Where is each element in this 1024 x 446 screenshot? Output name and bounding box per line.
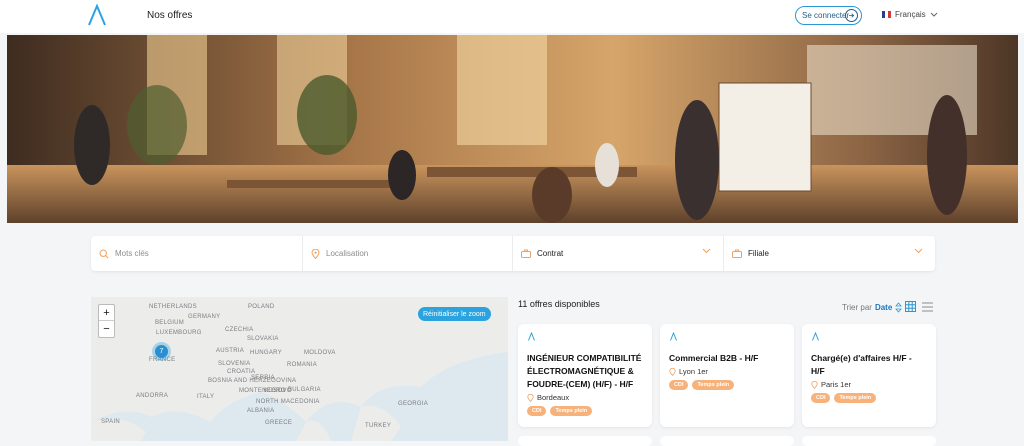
time-badge: Temps plein [692, 380, 735, 390]
job-title[interactable]: Chargé(e) d'affaires H/F - H/F [811, 352, 927, 378]
country-label: POLAND [248, 304, 275, 310]
location-pin-icon [311, 248, 320, 259]
job-location-label: Lyon 1er [679, 367, 708, 376]
results-count: 11 offres disponibles [518, 299, 600, 309]
reset-zoom-button[interactable]: Réinitialiser le zoom [418, 307, 491, 321]
job-card[interactable]: INGÉNIEUR COMPATIBILITÉ ÉLECTROMAGNÉTIQU… [518, 324, 652, 427]
country-label: ALBANIA [247, 408, 275, 414]
french-flag-icon [882, 11, 891, 18]
country-label: ITALY [197, 394, 215, 400]
zoom-out-button[interactable]: − [99, 321, 114, 337]
jobs-map[interactable]: + − Réinitialiser le zoom NETHERLANDS PO… [91, 297, 508, 441]
job-card-partial[interactable] [518, 436, 652, 446]
sort-arrows-icon[interactable] [895, 302, 903, 313]
country-label: ROMANIA [287, 362, 318, 368]
country-label: LUXEMBOURG [156, 330, 202, 336]
time-badge: Temps plein [550, 406, 593, 416]
top-navigation-bar: Nos offres Se connecter Français [0, 0, 1024, 33]
brand-logo-icon [812, 331, 819, 341]
country-label: BOSNIA AND HERZEGOVINA [208, 378, 297, 384]
job-card[interactable]: Commercial B2B - H/F Lyon 1er CDI Temps … [660, 324, 794, 427]
country-label: BELGIUM [155, 320, 185, 326]
hero-illustration [7, 35, 1018, 223]
job-badges: CDI Temps plein [811, 393, 927, 403]
contract-label: Contrat [537, 249, 564, 258]
location-pin-icon [669, 367, 676, 376]
country-label: HUNGARY [250, 350, 282, 356]
login-button[interactable]: Se connecter [795, 6, 862, 25]
contract-badge: CDI [811, 393, 831, 403]
sort-value[interactable]: Date [875, 303, 892, 312]
grid-view-icon[interactable] [905, 301, 916, 312]
country-label: GEORGIA [398, 401, 429, 407]
chevron-down-icon [914, 248, 923, 254]
country-label: GERMANY [188, 314, 221, 320]
brand-logo-icon [528, 331, 535, 341]
zoom-in-button[interactable]: + [99, 305, 114, 321]
brand-logo-icon[interactable] [86, 4, 108, 26]
building-icon [732, 249, 742, 258]
contract-badge: CDI [669, 380, 689, 390]
hero-office-image [7, 35, 1018, 223]
login-button-label: Se connecter [802, 11, 850, 20]
list-view-icon[interactable] [922, 302, 933, 312]
country-label: NORTH MACEDONIA [256, 399, 320, 405]
location-placeholder: Localisation [326, 249, 369, 258]
country-label: ANDORRA [136, 393, 169, 399]
chevron-down-icon [930, 12, 938, 17]
country-label: SLOVENIA [218, 361, 251, 367]
contract-dropdown[interactable]: Contrat [513, 236, 724, 271]
keywords-placeholder: Mots clés [115, 249, 149, 258]
job-search-bar: Mots clés Localisation Contrat Filiale [91, 236, 935, 271]
contract-badge: CDI [527, 406, 547, 416]
job-location: Paris 1er [811, 380, 927, 389]
time-badge: Temps plein [834, 393, 877, 403]
country-label: NETHERLANDS [149, 304, 197, 310]
country-label: MOLDOVA [304, 350, 336, 356]
briefcase-icon [521, 249, 531, 258]
nav-link-offers[interactable]: Nos offres [147, 10, 192, 21]
job-card[interactable]: Chargé(e) d'affaires H/F - H/F Paris 1er… [802, 324, 936, 427]
job-badges: CDI Temps plein [527, 406, 643, 416]
job-location: Lyon 1er [669, 367, 785, 376]
country-label: BULGARIA [288, 387, 321, 393]
keywords-search-field[interactable]: Mots clés [91, 236, 303, 271]
map-zoom-control: + − [98, 304, 115, 338]
language-label: Français [895, 10, 926, 19]
chevron-down-icon [702, 248, 711, 254]
job-location-label: Bordeaux [537, 393, 570, 402]
sort-prefix: Trier par [842, 303, 872, 312]
location-pin-icon [527, 393, 534, 402]
job-badges: CDI Temps plein [669, 380, 785, 390]
country-label: CZECHIA [225, 327, 254, 333]
arrow-right-icon [845, 9, 858, 22]
job-card-partial[interactable] [660, 436, 794, 446]
job-title[interactable]: Commercial B2B - H/F [669, 352, 785, 365]
country-label: SPAIN [101, 419, 121, 425]
job-location: Bordeaux [527, 393, 643, 402]
job-title[interactable]: INGÉNIEUR COMPATIBILITÉ ÉLECTROMAGNÉTIQU… [527, 352, 643, 391]
map-marker-cluster[interactable]: 7 [152, 342, 171, 361]
job-card-partial[interactable] [802, 436, 936, 446]
location-pin-icon [811, 380, 818, 389]
country-label: TURKEY [365, 423, 392, 429]
search-icon [99, 248, 109, 258]
cluster-count: 7 [155, 345, 168, 358]
country-label: AUSTRIA [216, 348, 245, 354]
language-selector[interactable]: Français [882, 10, 938, 19]
subsidiary-label: Filiale [748, 249, 769, 258]
location-search-field[interactable]: Localisation [303, 236, 513, 271]
subsidiary-dropdown[interactable]: Filiale [724, 236, 935, 271]
brand-logo-icon [670, 331, 677, 341]
job-location-label: Paris 1er [821, 380, 852, 389]
country-label: GREECE [265, 420, 293, 426]
sort-control[interactable]: Trier par Date [842, 302, 903, 313]
country-label: SLOVAKIA [247, 336, 279, 342]
